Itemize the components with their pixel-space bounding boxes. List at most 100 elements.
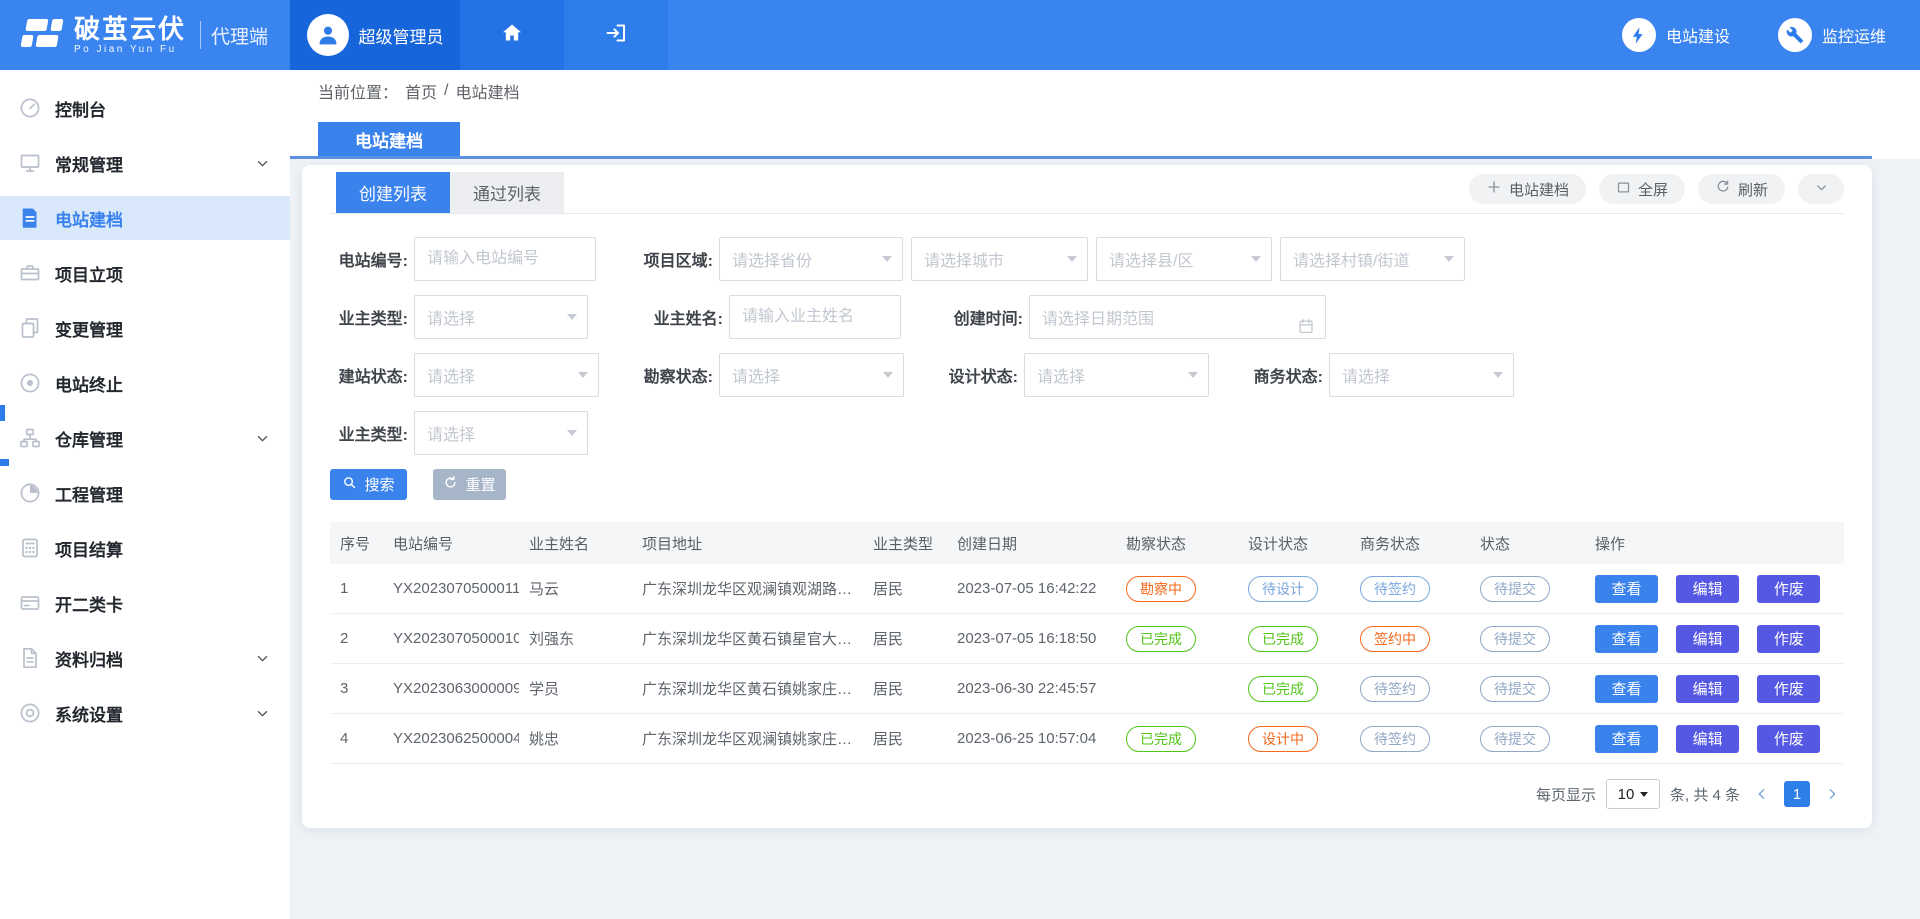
survey-status-pill: 已完成: [1126, 626, 1196, 652]
caret-down-icon: [1251, 256, 1261, 262]
cell-owner: 学员: [519, 664, 632, 714]
main-content: 当前位置： 首页 / 电站建档 电站建档 创建列表 通过列表 电站建档 全屏: [290, 70, 1920, 919]
user-menu[interactable]: 超级管理员: [290, 0, 460, 70]
survey-status-pill: 已完成: [1126, 726, 1196, 752]
panel-tabs: 创建列表 通过列表: [336, 172, 564, 213]
table-row: 4 YX2023062500004 姚忠 广东深圳龙华区观澜镇姚家庄… 居民 2…: [330, 714, 1844, 764]
prev-page-button[interactable]: [1750, 786, 1774, 802]
search-button[interactable]: 搜索: [330, 469, 407, 500]
cell-code: YX2023062500004: [383, 714, 519, 764]
view-button[interactable]: 查看: [1595, 725, 1658, 753]
sidebar-menu: 控制台 常规管理 电站建档 项目立项 变更: [0, 70, 290, 735]
edit-button[interactable]: 编辑: [1676, 575, 1739, 603]
sidebar-item-station-archive[interactable]: 电站建档: [0, 196, 290, 240]
sidebar-item-console[interactable]: 控制台: [0, 86, 290, 130]
table-row: 1 YX2023070500011 马云 广东深圳龙华区观澜镇观湖路… 居民 2…: [330, 564, 1844, 614]
town-select[interactable]: 请选择村镇/街道: [1280, 237, 1465, 281]
breadcrumb-home[interactable]: 首页: [405, 79, 437, 103]
caret-down-icon: [578, 372, 588, 378]
edit-button[interactable]: 编辑: [1676, 725, 1739, 753]
fullscreen-button[interactable]: 全屏: [1599, 174, 1685, 204]
design-status-select[interactable]: 请选择: [1024, 353, 1209, 397]
page-1-button[interactable]: 1: [1784, 781, 1810, 807]
avatar: [307, 14, 349, 56]
view-button[interactable]: 查看: [1595, 625, 1658, 653]
collapse-toolbar-button[interactable]: [1798, 174, 1844, 204]
page-tab-station-archive[interactable]: 电站建档: [318, 122, 460, 157]
sidebar-item-engineering-mgmt[interactable]: 工程管理: [0, 471, 290, 515]
design-status-pill: 已完成: [1248, 676, 1318, 702]
nav-monitor-ops[interactable]: 监控运维: [1778, 18, 1886, 52]
cell-index: 2: [330, 614, 383, 664]
date-range-input[interactable]: 请选择日期范围: [1029, 295, 1326, 339]
cell-type: 居民: [863, 664, 947, 714]
region-label: 项目区域:: [635, 247, 713, 271]
page-size-select[interactable]: 10: [1606, 779, 1660, 809]
tab-create-list[interactable]: 创建列表: [336, 172, 450, 213]
sidebar-item-warehouse-mgmt[interactable]: 仓库管理: [0, 416, 290, 460]
view-button[interactable]: 查看: [1595, 575, 1658, 603]
build-status-select[interactable]: 请选择: [414, 353, 599, 397]
dashboard-icon: [18, 96, 42, 120]
tab-passed-list[interactable]: 通过列表: [450, 172, 564, 213]
filter-row-1: 电站编号: 项目区域: 请选择省份 请选择城市 请选择县/区 请选择村镇/街道: [330, 237, 1844, 281]
logout-button[interactable]: [564, 0, 668, 70]
add-station-button[interactable]: 电站建档: [1469, 174, 1586, 204]
next-page-button[interactable]: [1820, 786, 1844, 802]
cell-created: 2023-06-25 10:57:04: [947, 714, 1116, 764]
col-header-code: 电站编号: [383, 522, 519, 564]
void-button[interactable]: 作废: [1757, 675, 1820, 703]
nav-station-build[interactable]: 电站建设: [1622, 18, 1730, 52]
sidebar-item-project-settlement[interactable]: 项目结算: [0, 526, 290, 570]
per-page-label: 每页显示: [1536, 784, 1596, 805]
brand-divider: [200, 21, 201, 49]
business-status-select[interactable]: 请选择: [1329, 353, 1514, 397]
sidebar-item-open-type2-card[interactable]: 开二类卡: [0, 581, 290, 625]
void-button[interactable]: 作废: [1757, 625, 1820, 653]
edit-button[interactable]: 编辑: [1676, 675, 1739, 703]
sidebar-item-project-initiation[interactable]: 项目立项: [0, 251, 290, 295]
edit-button[interactable]: 编辑: [1676, 625, 1739, 653]
sidebar-item-station-termination[interactable]: 电站终止: [0, 361, 290, 405]
sidebar-scrollbar-thumb[interactable]: [0, 459, 9, 466]
province-select[interactable]: 请选择省份: [719, 237, 903, 281]
station-code-input[interactable]: [414, 237, 596, 281]
brand-subtitle: Po Jian Yun Fu: [74, 44, 186, 55]
brand[interactable]: 破茧云伏 Po Jian Yun Fu 代理端: [0, 0, 290, 70]
sidebar-item-system-settings[interactable]: 系统设置: [0, 691, 290, 735]
owner-name-input[interactable]: [729, 295, 901, 339]
refresh-button[interactable]: 刷新: [1698, 174, 1785, 204]
col-header-design: 设计状态: [1238, 522, 1350, 564]
cell-address: 广东深圳龙华区黄石镇星官大…: [632, 614, 863, 664]
view-button[interactable]: 查看: [1595, 675, 1658, 703]
cell-address: 广东深圳龙华区观澜镇观湖路…: [632, 564, 863, 614]
circle-dot-icon: [18, 371, 42, 395]
sidebar-item-general-mgmt[interactable]: 常规管理: [0, 141, 290, 185]
home-button[interactable]: [460, 0, 564, 70]
copy-icon: [18, 316, 42, 340]
cell-created: 2023-06-30 22:45:57: [947, 664, 1116, 714]
cell-code: YX2023070500010: [383, 614, 519, 664]
caret-down-icon: [1188, 372, 1198, 378]
sidebar-item-change-mgmt[interactable]: 变更管理: [0, 306, 290, 350]
breadcrumb-separator: /: [444, 82, 448, 100]
card-icon: [18, 591, 42, 615]
reset-button[interactable]: 重置: [433, 469, 506, 500]
void-button[interactable]: 作废: [1757, 575, 1820, 603]
city-select[interactable]: 请选择城市: [911, 237, 1088, 281]
sidebar-item-data-archive[interactable]: 资料归档: [0, 636, 290, 680]
survey-status-select[interactable]: 请选择: [719, 353, 904, 397]
void-button[interactable]: 作废: [1757, 725, 1820, 753]
tab-underline: [290, 156, 1872, 159]
county-select[interactable]: 请选择县/区: [1096, 237, 1272, 281]
owner-type-select[interactable]: 请选择: [414, 295, 588, 339]
portal-label: 代理端: [211, 22, 268, 49]
target-icon: [18, 701, 42, 725]
sidebar-scrollbar-thumb[interactable]: [0, 405, 5, 421]
owner-type2-select[interactable]: 请选择: [414, 411, 588, 455]
cell-created: 2023-07-05 16:42:22: [947, 564, 1116, 614]
refresh-icon: [1715, 179, 1731, 199]
filter-row-3: 建站状态: 请选择 勘察状态: 请选择 设计状态: 请选择 商务状态: 请选择: [330, 353, 1844, 397]
build-status-label: 建站状态:: [330, 363, 408, 387]
breadcrumb-current: 电站建档: [455, 79, 519, 103]
